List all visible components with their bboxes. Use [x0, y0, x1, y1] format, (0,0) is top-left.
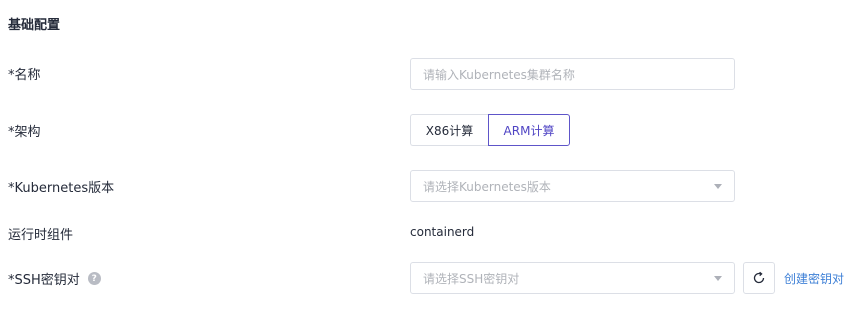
arch-option-x86[interactable]: X86计算: [410, 114, 488, 146]
kubernetes-version-select[interactable]: 请选择Kubernetes版本: [410, 170, 735, 202]
caret-down-icon: [714, 183, 722, 189]
caret-down-icon: [714, 275, 722, 281]
runtime-value: containerd: [410, 225, 475, 239]
help-icon[interactable]: ?: [87, 272, 101, 285]
refresh-button[interactable]: [743, 262, 775, 294]
ssh-keypair-label-group: *SSH密钥对 ?: [8, 269, 101, 288]
architecture-selector: X86计算 ARM计算: [410, 114, 570, 146]
runtime-label: 运行时组件: [8, 228, 74, 243]
ssh-keypair-placeholder: 请选择SSH密钥对: [423, 271, 520, 286]
refresh-icon: [753, 271, 765, 284]
architecture-label: *架构: [8, 125, 41, 140]
section-title: 基础配置: [8, 18, 61, 33]
create-keypair-link[interactable]: 创建密钥对: [784, 270, 844, 287]
arch-option-arm[interactable]: ARM计算: [488, 114, 570, 146]
ssh-keypair-label: *SSH密钥对: [8, 273, 80, 288]
name-label: *名称: [8, 68, 41, 83]
ssh-keypair-select[interactable]: 请选择SSH密钥对: [410, 262, 735, 294]
cluster-name-input[interactable]: 请输入Kubernetes集群名称: [410, 58, 735, 90]
cluster-name-placeholder: 请输入Kubernetes集群名称: [423, 67, 575, 82]
kubernetes-version-placeholder: 请选择Kubernetes版本: [423, 179, 551, 194]
kubernetes-version-label: *Kubernetes版本: [8, 181, 115, 196]
